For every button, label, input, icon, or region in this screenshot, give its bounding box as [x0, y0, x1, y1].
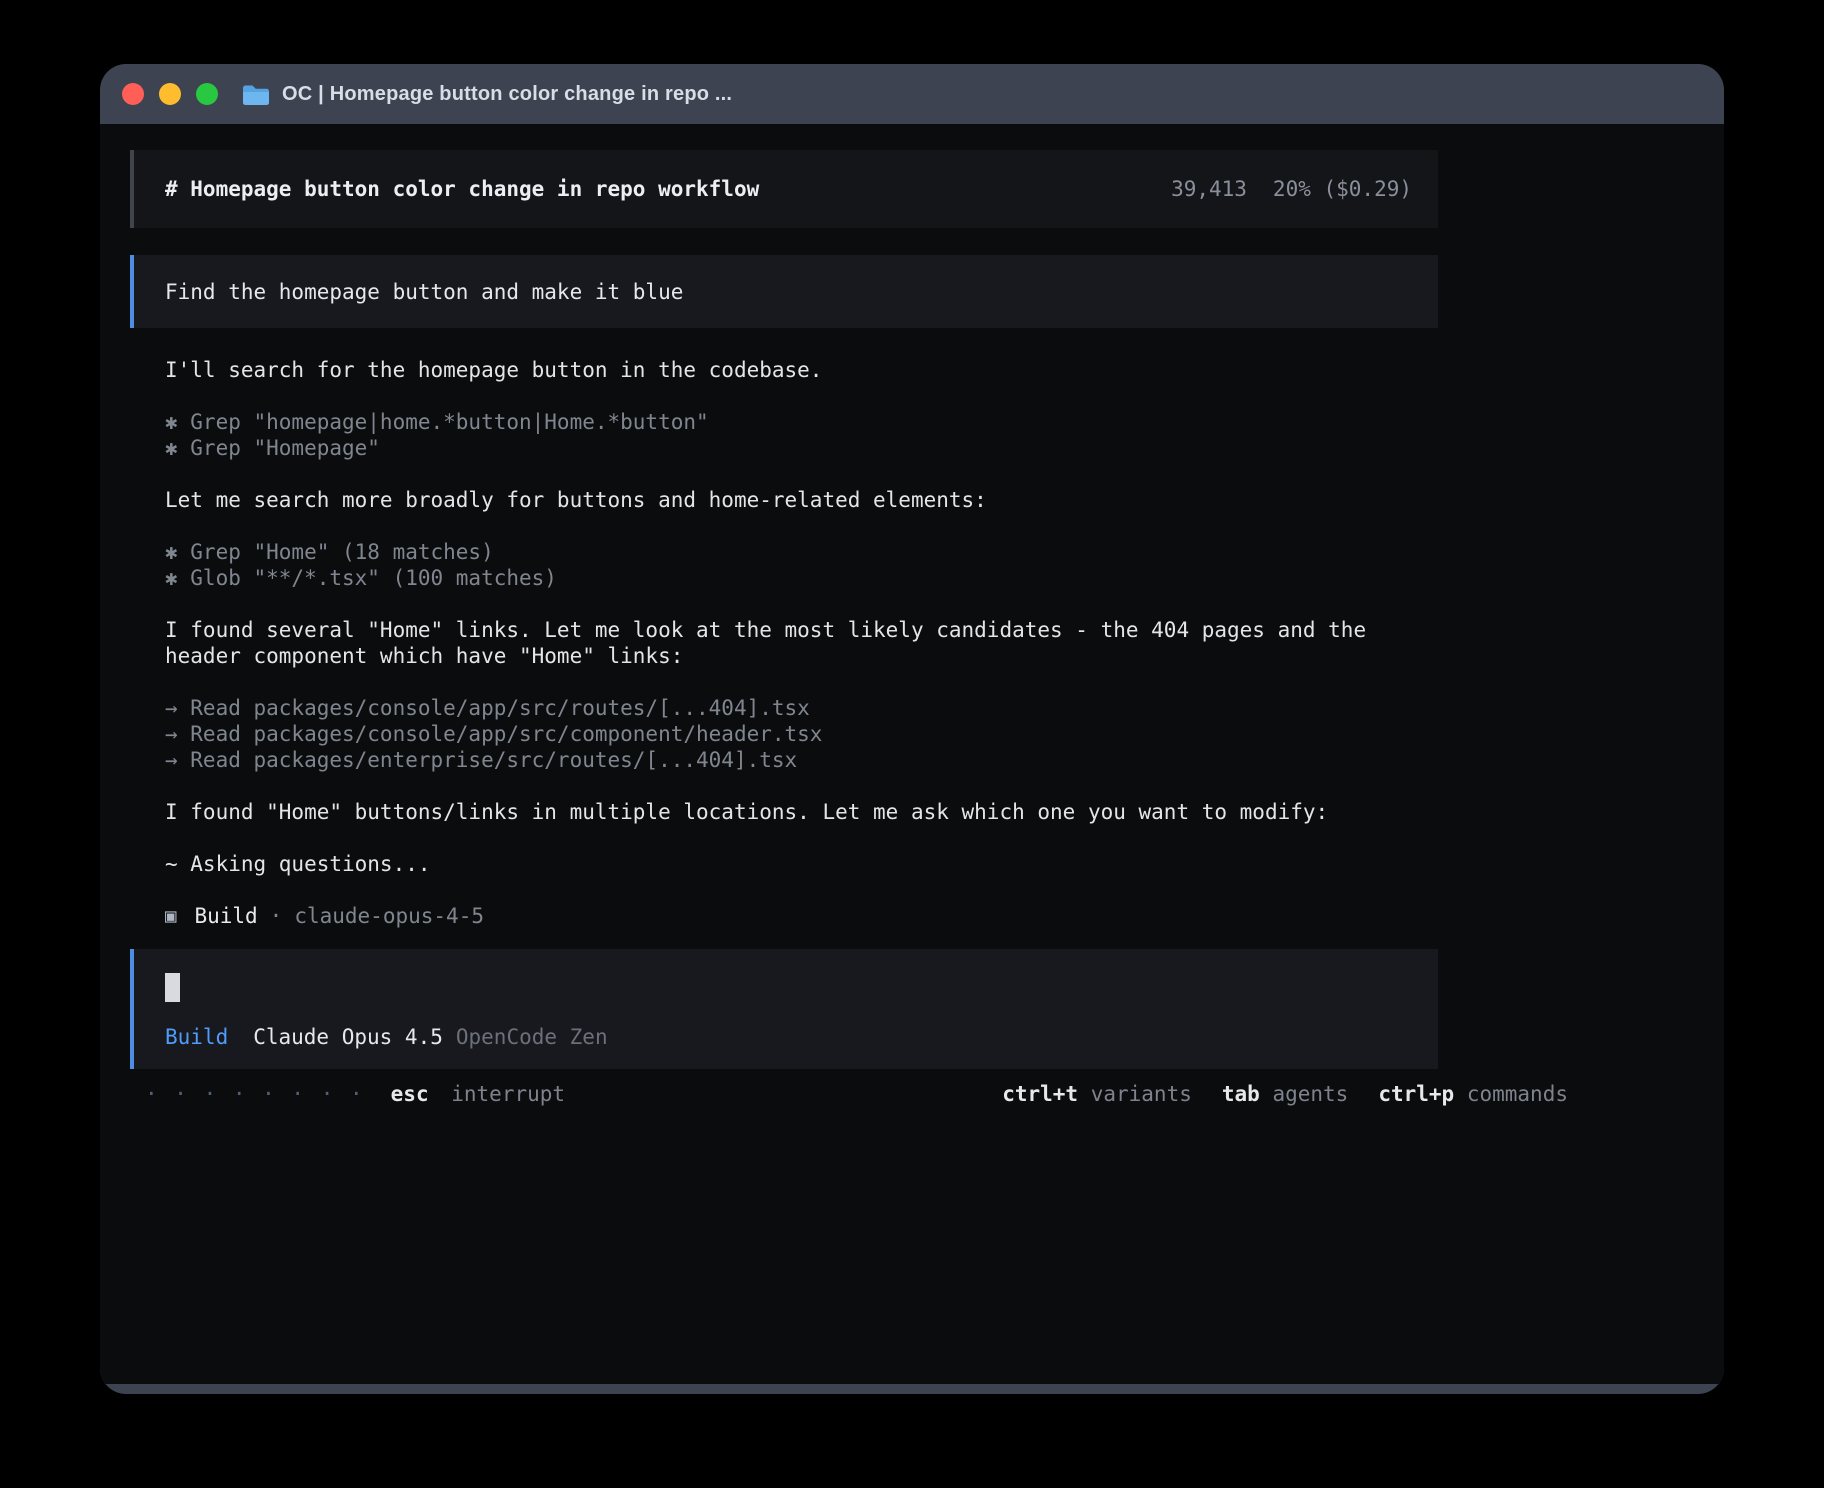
input-agent-mode: Build [165, 1025, 228, 1049]
agent-model: claude-opus-4-5 [294, 903, 484, 929]
tool-call-read: → Read packages/enterprise/src/routes/[.… [165, 747, 1389, 773]
esc-key: esc [391, 1082, 429, 1106]
shortcut-interrupt: esc interrupt [391, 1081, 565, 1107]
session-title: # Homepage button color change in repo w… [165, 177, 759, 201]
session-stats: 39,413 20% ($0.29) [1171, 177, 1412, 201]
assistant-text: Let me search more broadly for buttons a… [165, 487, 1389, 513]
assistant-text: I found "Home" buttons/links in multiple… [165, 799, 1389, 825]
session-header: # Homepage button color change in repo w… [130, 150, 1438, 228]
prompt-input[interactable]: Build Claude Opus 4.5 OpenCode Zen [130, 949, 1438, 1069]
close-button[interactable] [122, 83, 144, 105]
terminal-content: # Homepage button color change in repo w… [100, 124, 1724, 1384]
tool-call-glob: ✱ Glob "**/*.tsx" (100 matches) [165, 565, 1389, 591]
assistant-messages: I'll search for the homepage button in t… [130, 357, 1389, 929]
agent-name: Build [194, 903, 257, 929]
user-message-text: Find the homepage button and make it blu… [165, 280, 683, 304]
text-cursor [165, 973, 180, 1002]
context-usage: 20% ($0.29) [1273, 177, 1412, 201]
window-title: OC | Homepage button color change in rep… [282, 83, 732, 106]
shortcut-commands: ctrl+p commands [1378, 1081, 1568, 1107]
tool-call-grep: ✱ Grep "Home" (18 matches) [165, 539, 1389, 565]
agent-status-row: ▣ Build · claude-opus-4-5 [165, 903, 1389, 929]
minimize-button[interactable] [159, 83, 181, 105]
traffic-lights [122, 83, 218, 105]
zoom-button[interactable] [196, 83, 218, 105]
terminal-window: OC | Homepage button color change in rep… [100, 64, 1724, 1394]
shortcut-variants: ctrl+t variants [1002, 1081, 1192, 1107]
input-provider: OpenCode Zen [456, 1025, 608, 1049]
folder-icon [242, 83, 269, 106]
status-bar: · · · · · · · · esc interrupt ctrl+t var… [145, 1081, 1568, 1107]
input-model: Claude Opus 4.5 [253, 1025, 443, 1049]
agent-separator: · [270, 903, 283, 929]
spinner-dots: · · · · · · · · [145, 1081, 365, 1107]
user-message: Find the homepage button and make it blu… [130, 255, 1438, 328]
shortcut-hints: ctrl+t variants tab agents ctrl+p comman… [1002, 1081, 1568, 1107]
token-count: 39,413 [1171, 177, 1247, 201]
agent-build-icon: ▣ [165, 903, 176, 929]
input-meta: Build Claude Opus 4.5 OpenCode Zen [165, 1025, 1412, 1049]
tool-call-read: → Read packages/console/app/src/routes/[… [165, 695, 1389, 721]
shortcut-agents: tab agents [1222, 1081, 1348, 1107]
status-asking-questions: ~ Asking questions... [165, 851, 1389, 877]
tool-call-grep: ✱ Grep "homepage|home.*button|Home.*butt… [165, 409, 1389, 435]
tool-call-grep: ✱ Grep "Homepage" [165, 435, 1389, 461]
esc-label: interrupt [451, 1082, 565, 1106]
window-titlebar[interactable]: OC | Homepage button color change in rep… [100, 64, 1724, 124]
assistant-text: I found several "Home" links. Let me loo… [165, 617, 1389, 669]
tool-call-read: → Read packages/console/app/src/componen… [165, 721, 1389, 747]
assistant-text: I'll search for the homepage button in t… [165, 357, 1389, 383]
